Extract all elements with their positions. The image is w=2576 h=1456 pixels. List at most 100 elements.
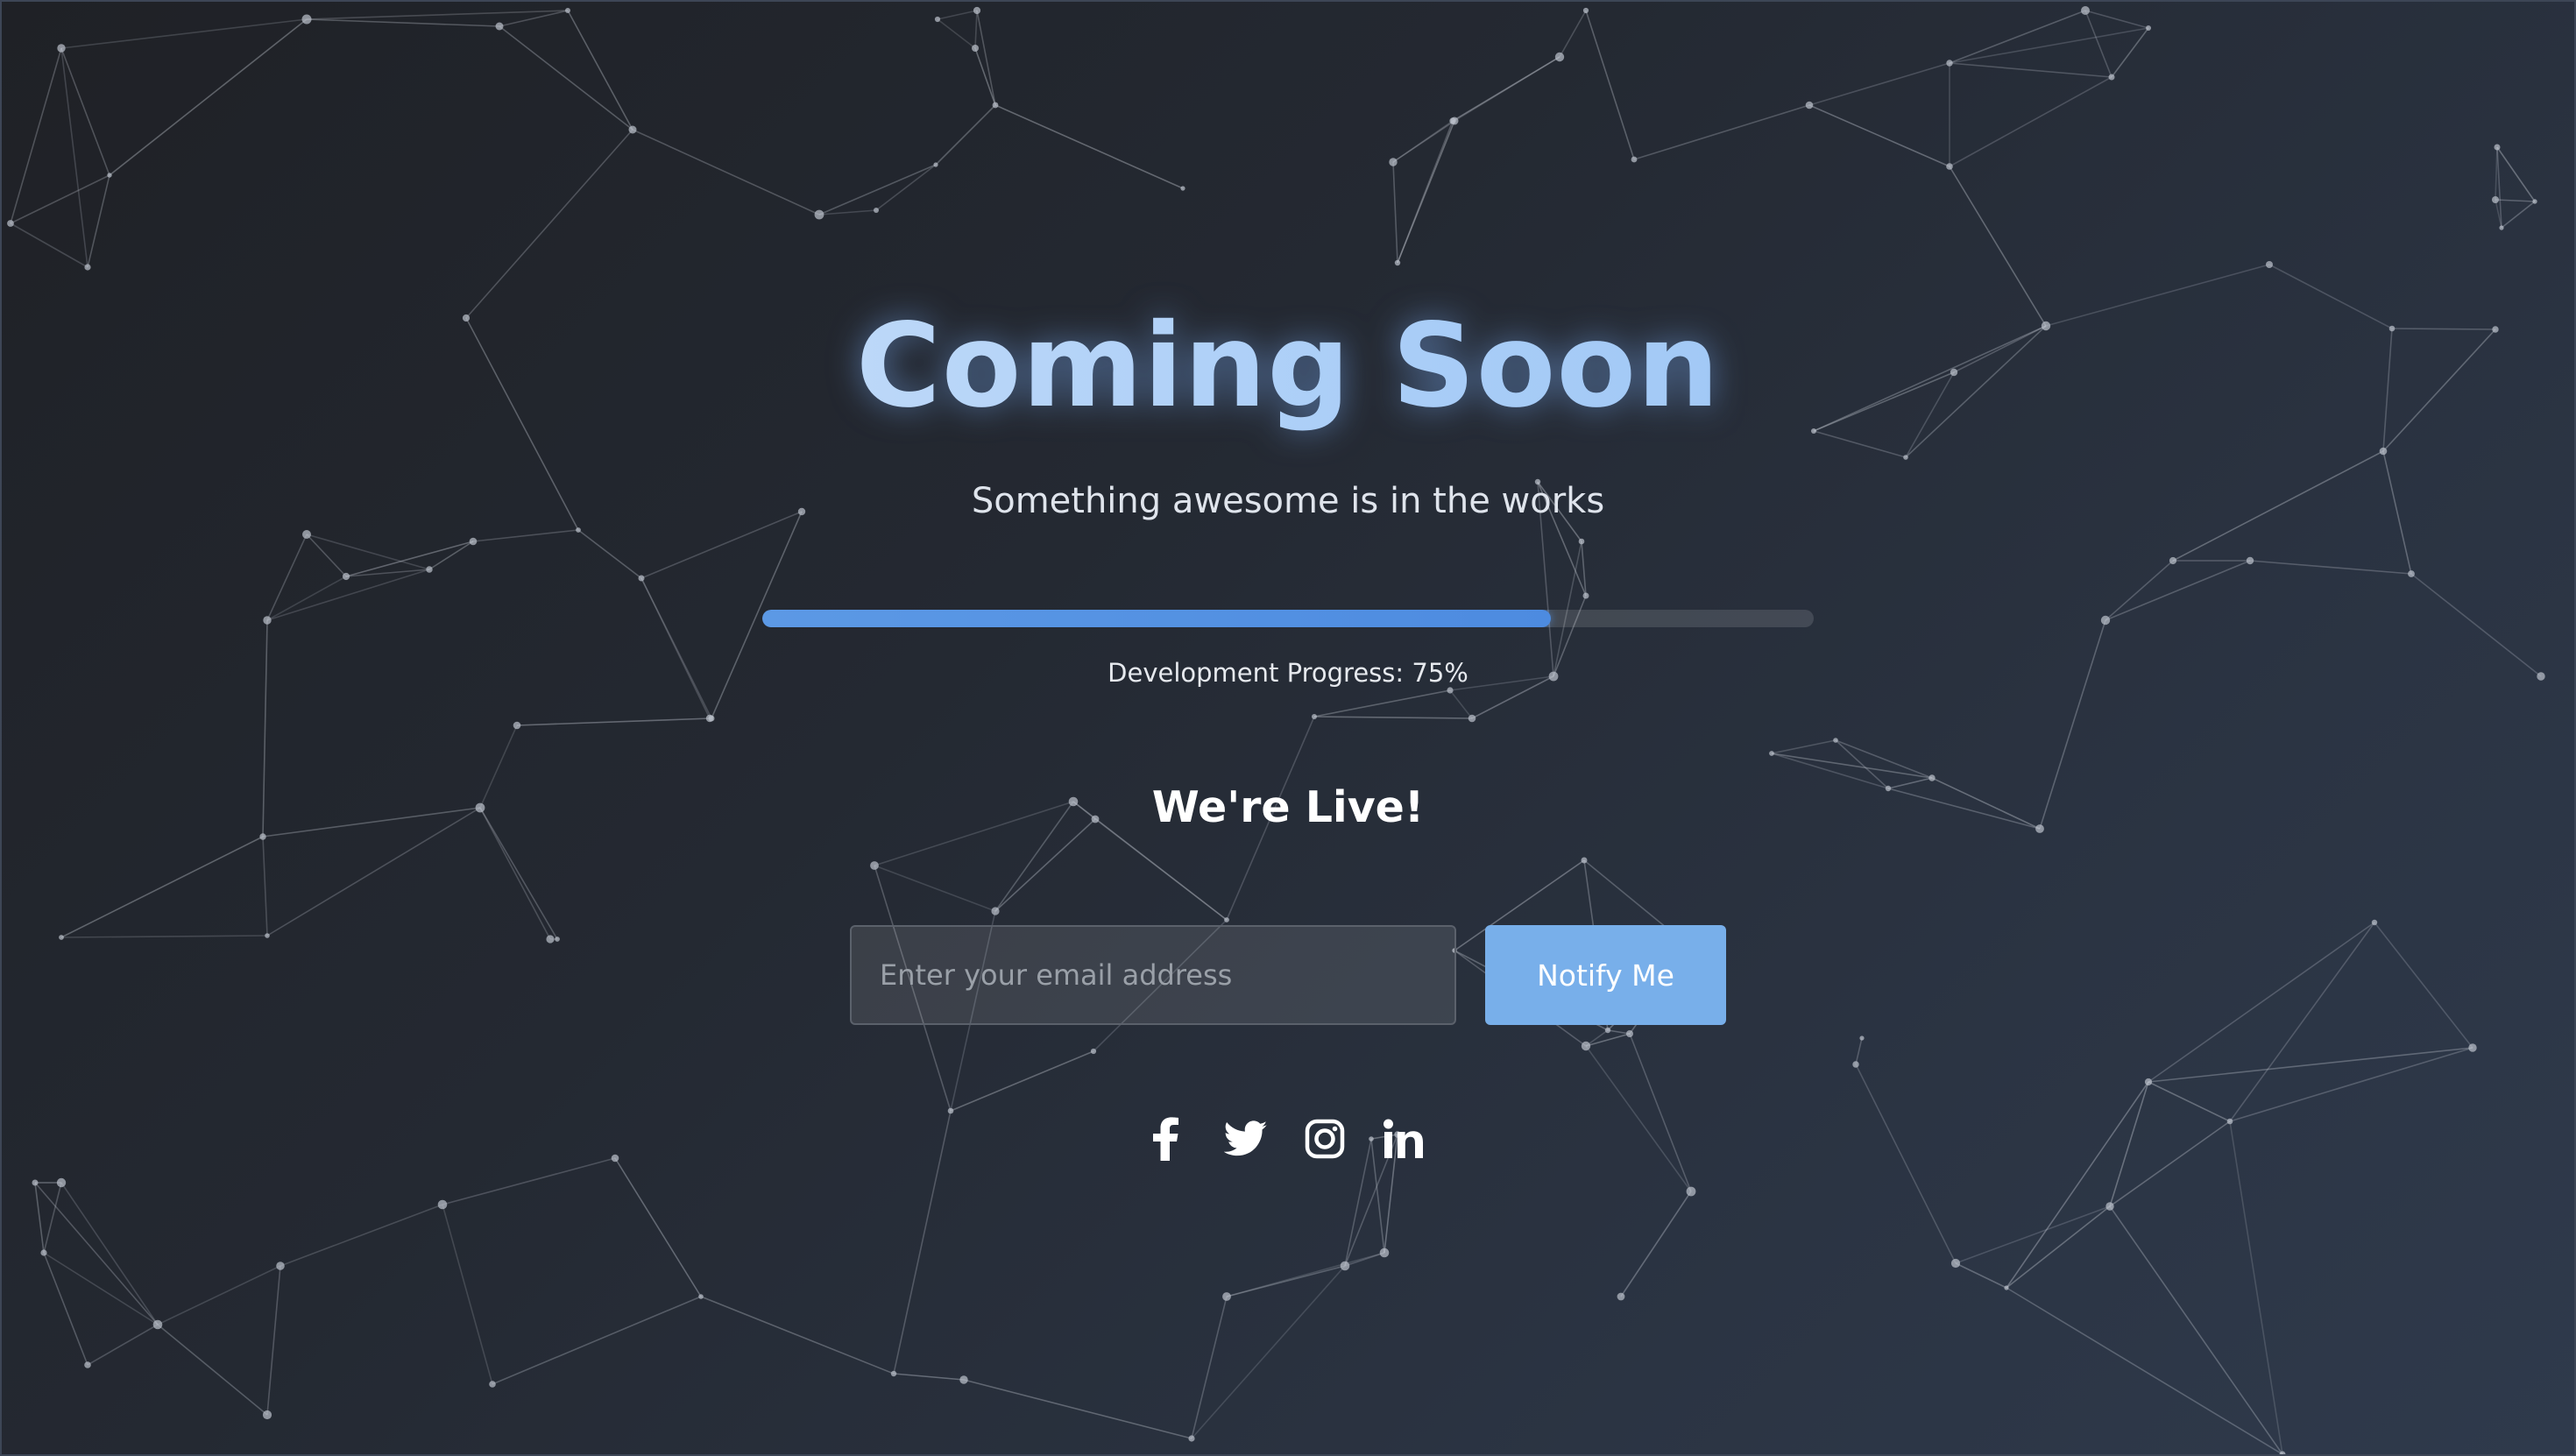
network-line	[2148, 922, 2375, 1083]
network-line	[1094, 818, 1228, 921]
network-node	[1450, 117, 1459, 125]
status-heading: We're Live!	[1151, 782, 1425, 832]
network-line	[2109, 1081, 2149, 1207]
network-line	[266, 1265, 281, 1416]
page-subtitle: Something awesome is in the works	[971, 481, 1605, 521]
network-node	[1379, 1247, 1390, 1258]
network-node	[2492, 196, 2499, 203]
network-line	[1808, 104, 1950, 167]
network-node	[2494, 144, 2501, 151]
network-node	[1224, 917, 1229, 922]
network-node	[2004, 1285, 2009, 1290]
notify-me-button[interactable]: Notify Me	[1485, 925, 1726, 1025]
network-node	[469, 537, 478, 546]
network-line	[1855, 1037, 1863, 1065]
network-node	[611, 1154, 619, 1163]
network-line	[10, 223, 88, 268]
network-line	[1585, 10, 1635, 160]
network-line	[1191, 1296, 1228, 1439]
network-node	[1582, 7, 1589, 14]
network-line	[2148, 1081, 2231, 1122]
network-line	[640, 577, 711, 719]
network-line	[2006, 1205, 2111, 1289]
network-node	[1180, 186, 1185, 191]
network-line	[1620, 1191, 1692, 1297]
network-node	[1578, 538, 1585, 545]
network-node	[947, 1107, 954, 1114]
facebook-icon	[1150, 1117, 1180, 1161]
network-line	[1397, 120, 1455, 264]
network-line	[874, 865, 996, 912]
network-line	[577, 529, 642, 579]
network-line	[1585, 1033, 1631, 1047]
network-line	[266, 534, 308, 621]
network-line	[2109, 1120, 2231, 1207]
network-line	[2084, 10, 2112, 78]
network-node	[2371, 919, 2378, 926]
network-node	[1859, 1035, 1865, 1041]
network-line	[60, 935, 268, 938]
network-line	[43, 1252, 159, 1325]
network-line	[1585, 1045, 1692, 1192]
network-node	[576, 527, 581, 533]
network-line	[1392, 161, 1398, 264]
network-line	[1835, 739, 1933, 779]
social-links	[1139, 1113, 1437, 1165]
network-line	[492, 1296, 702, 1385]
progress-bar	[762, 610, 1814, 627]
network-line	[614, 1157, 702, 1297]
network-node	[1928, 774, 1936, 781]
network-line	[2249, 560, 2412, 575]
network-line	[1949, 27, 2149, 64]
network-node	[276, 1262, 285, 1270]
network-node	[56, 1177, 67, 1188]
network-line	[950, 1050, 1094, 1112]
network-line	[157, 1324, 268, 1416]
network-node	[1090, 1048, 1097, 1055]
network-line	[1559, 10, 1587, 58]
instagram-link[interactable]	[1299, 1113, 1351, 1165]
network-node	[2408, 570, 2415, 577]
network-line	[2006, 1287, 2283, 1455]
facebook-link[interactable]	[1139, 1113, 1192, 1165]
twitter-link[interactable]	[1220, 1113, 1272, 1165]
network-line	[2084, 10, 2149, 29]
network-node	[2146, 25, 2151, 31]
network-line	[1633, 104, 1810, 160]
network-line	[974, 10, 978, 49]
network-node	[1581, 1041, 1591, 1051]
network-line	[34, 1182, 159, 1325]
network-line	[87, 1324, 159, 1366]
network-node	[32, 1179, 39, 1186]
network-line	[2229, 1047, 2473, 1122]
network-line	[1955, 1205, 2111, 1264]
network-line	[499, 25, 633, 131]
network-node	[991, 907, 1000, 915]
network-node	[1950, 1258, 1961, 1269]
network-line	[472, 529, 579, 542]
network-line	[109, 18, 308, 176]
network-node	[513, 721, 521, 730]
network-node	[1946, 60, 1953, 67]
linkedin-link[interactable]	[1377, 1113, 1430, 1165]
progress-bar-fill	[762, 610, 1551, 627]
network-node	[2108, 74, 2115, 81]
network-line	[60, 18, 308, 49]
network-line	[1191, 1265, 1346, 1439]
email-input[interactable]	[850, 925, 1456, 1025]
network-node	[1312, 714, 1317, 719]
network-line	[875, 164, 937, 211]
network-line	[2501, 201, 2536, 229]
network-line	[700, 1296, 895, 1375]
network-line	[34, 1182, 45, 1254]
network-node	[959, 1375, 968, 1384]
network-node	[2468, 1043, 2477, 1052]
network-node	[1686, 1186, 1696, 1197]
network-node	[342, 572, 350, 581]
network-node	[301, 14, 312, 25]
network-line	[262, 836, 268, 937]
network-line	[1226, 1252, 1385, 1297]
network-node	[1554, 52, 1565, 62]
network-node	[628, 125, 637, 134]
network-node	[1222, 1292, 1231, 1301]
